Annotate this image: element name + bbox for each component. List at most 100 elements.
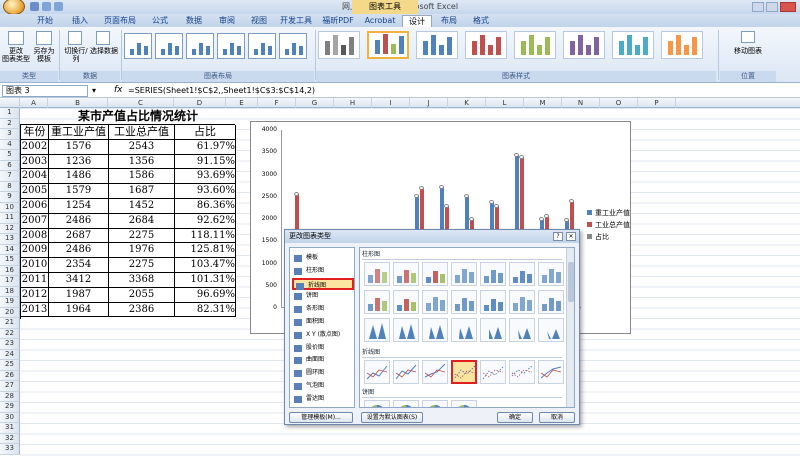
- line-subtype-thumb[interactable]: [480, 360, 506, 384]
- column-header-A[interactable]: A: [20, 98, 48, 108]
- chart-style-thumb[interactable]: [612, 31, 654, 59]
- table-header-cell[interactable]: 重工业产值: [49, 125, 109, 140]
- table-cell[interactable]: 91.15%: [175, 154, 236, 170]
- table-cell[interactable]: 2010: [21, 258, 49, 273]
- column-header-M[interactable]: M: [524, 98, 562, 108]
- chart-layout-thumb[interactable]: [155, 33, 183, 59]
- column-subtype-thumb[interactable]: [451, 290, 477, 314]
- column-header-E[interactable]: E: [226, 98, 258, 108]
- table-cell[interactable]: 2005: [21, 184, 49, 199]
- column-subtype-thumb[interactable]: [451, 262, 477, 286]
- tab-5[interactable]: 审阅: [212, 15, 242, 27]
- row-header[interactable]: 8: [0, 181, 20, 192]
- data-point-marker[interactable]: [543, 213, 549, 218]
- tab-8[interactable]: 福昕PDF: [318, 15, 358, 27]
- row-header[interactable]: 30: [0, 412, 20, 423]
- chart-style-thumb[interactable]: [563, 31, 605, 59]
- chart-category-item[interactable]: 模板: [292, 252, 354, 264]
- chart-category-item[interactable]: 面积图: [292, 316, 354, 328]
- column-header-H[interactable]: H: [334, 98, 372, 108]
- table-cell[interactable]: 2687: [49, 228, 109, 244]
- row-header[interactable]: 18: [0, 286, 20, 297]
- chart-layout-thumb[interactable]: [186, 33, 214, 59]
- select-all-corner[interactable]: [0, 98, 20, 108]
- select-data-icon[interactable]: [96, 31, 110, 45]
- table-cell[interactable]: 1356: [109, 154, 175, 170]
- table-cell[interactable]: 103.47%: [175, 258, 236, 273]
- formula-input[interactable]: =SERIES(Sheet1!$C$2,,Sheet1!$C$3:$C$14,2…: [128, 86, 315, 95]
- row-header[interactable]: 17: [0, 276, 20, 287]
- ok-button[interactable]: 确定: [497, 412, 533, 423]
- table-header-cell[interactable]: 占比: [175, 125, 236, 140]
- table-cell[interactable]: 1987: [49, 287, 109, 303]
- table-cell[interactable]: 3412: [49, 273, 109, 288]
- column-subtype-thumb[interactable]: [509, 318, 535, 342]
- data-point-marker[interactable]: [513, 153, 519, 158]
- column-subtype-thumb[interactable]: [422, 262, 448, 286]
- table-cell[interactable]: 2055: [109, 287, 175, 303]
- tab-4[interactable]: 数据: [178, 15, 210, 27]
- minimize-icon[interactable]: [752, 2, 764, 12]
- row-header[interactable]: 25: [0, 360, 20, 371]
- data-point-marker[interactable]: [468, 217, 474, 222]
- column-header-L[interactable]: L: [486, 98, 524, 108]
- column-subtype-thumb[interactable]: [364, 318, 390, 342]
- close-icon[interactable]: [780, 2, 796, 12]
- table-cell[interactable]: 2002: [21, 139, 49, 155]
- table-cell[interactable]: 2012: [21, 287, 49, 303]
- column-subtype-thumb[interactable]: [422, 290, 448, 314]
- move-chart-button[interactable]: 移动图表: [724, 47, 772, 55]
- table-cell[interactable]: 2486: [49, 243, 109, 259]
- data-point-marker[interactable]: [493, 203, 499, 208]
- column-subtype-thumb[interactable]: [393, 318, 419, 342]
- row-header[interactable]: 3: [0, 129, 20, 140]
- chart-category-item[interactable]: 柱形图: [292, 265, 354, 277]
- column-subtype-thumb[interactable]: [538, 290, 564, 314]
- chart-layout-thumb[interactable]: [124, 33, 152, 59]
- chart-style-thumb[interactable]: [514, 31, 556, 59]
- tab-1[interactable]: 插入: [64, 15, 96, 27]
- chart-category-item[interactable]: 股价图: [292, 342, 354, 354]
- column-subtype-thumb[interactable]: [538, 262, 564, 286]
- chart-layout-thumb[interactable]: [217, 33, 245, 59]
- row-header[interactable]: 11: [0, 213, 20, 224]
- data-point-marker[interactable]: [518, 155, 524, 160]
- line-subtype-thumb[interactable]: [422, 360, 448, 384]
- table-cell[interactable]: 1687: [109, 184, 175, 199]
- table-cell[interactable]: 2008: [21, 228, 49, 244]
- help-icon[interactable]: ?: [553, 232, 563, 241]
- dialog-close-icon[interactable]: ✕: [566, 232, 576, 241]
- save-as-template-button[interactable]: 另存为 模板: [30, 47, 58, 63]
- data-point-marker[interactable]: [488, 200, 494, 205]
- chart-category-item[interactable]: 气泡图: [292, 380, 354, 392]
- table-cell[interactable]: 1579: [49, 184, 109, 199]
- row-header[interactable]: 14: [0, 244, 20, 255]
- table-cell[interactable]: 1586: [109, 169, 175, 185]
- tab-7[interactable]: 开发工具: [276, 15, 316, 27]
- switch-row-column-icon[interactable]: [68, 31, 82, 45]
- row-header[interactable]: 10: [0, 202, 20, 213]
- table-cell[interactable]: 1576: [49, 139, 109, 155]
- tab-11[interactable]: 布局: [434, 15, 464, 27]
- line-subtype-thumb[interactable]: [364, 360, 390, 384]
- column-header-P[interactable]: P: [638, 98, 676, 108]
- line-subtype-thumb[interactable]: [509, 360, 535, 384]
- table-cell[interactable]: 93.69%: [175, 169, 236, 185]
- legend-entry[interactable]: 工业总产值: [595, 220, 630, 230]
- chart-category-item[interactable]: 曲面图: [292, 354, 354, 366]
- pie-subtype-thumb[interactable]: [393, 400, 419, 407]
- tab-10[interactable]: 设计: [402, 15, 432, 27]
- row-header[interactable]: 20: [0, 307, 20, 318]
- chart-category-item[interactable]: X Y (散点图): [292, 329, 354, 341]
- pie-subtype-thumb[interactable]: [422, 400, 448, 407]
- chart-category-item[interactable]: 条形图: [292, 303, 354, 315]
- cancel-button[interactable]: 取消: [539, 412, 575, 423]
- scrollbar-thumb[interactable]: [568, 262, 574, 302]
- column-subtype-thumb[interactable]: [538, 318, 564, 342]
- table-cell[interactable]: 1486: [49, 169, 109, 185]
- line-subtype-thumb[interactable]: [538, 360, 564, 384]
- column-header-I[interactable]: I: [372, 98, 410, 108]
- switch-row-column-button[interactable]: 切换行/列: [62, 47, 90, 63]
- tab-12[interactable]: 格式: [466, 15, 496, 27]
- data-point-marker[interactable]: [418, 185, 424, 190]
